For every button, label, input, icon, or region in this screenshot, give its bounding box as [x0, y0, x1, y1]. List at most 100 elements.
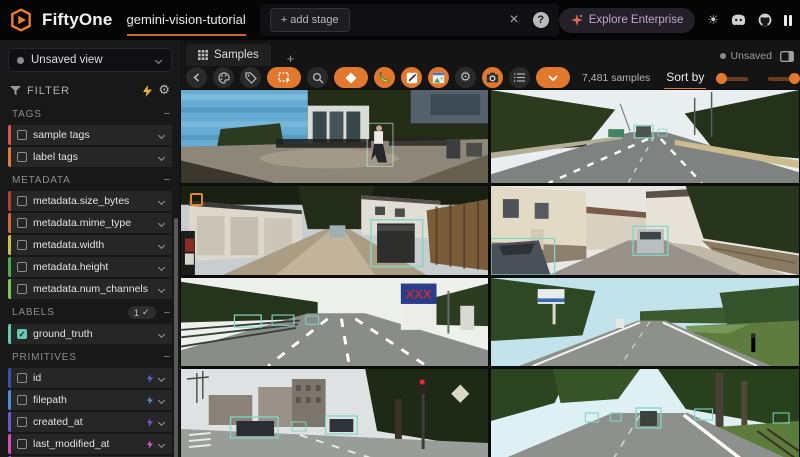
patches-icon[interactable]	[267, 67, 301, 88]
tab-bar: Samples + Unsaved	[180, 40, 800, 66]
sidebar-scrollbar[interactable]	[174, 218, 178, 457]
color-palette-icon[interactable]	[213, 67, 234, 88]
app-name: FiftyOne	[42, 10, 113, 30]
sidebar-field-mime-type[interactable]: metadata.mime_type	[8, 213, 172, 233]
sidebar-field-created-at[interactable]: created_at	[8, 412, 172, 432]
pause-icon[interactable]	[784, 15, 792, 26]
sidebar-field-num-channels[interactable]: metadata.num_channels	[8, 279, 172, 299]
view-selector-label: Unsaved view	[31, 54, 149, 66]
sidebar-field-width[interactable]: metadata.width	[8, 235, 172, 255]
sample-select-checkbox[interactable]	[190, 193, 203, 206]
sample-tile-wide-road[interactable]: XXX	[181, 278, 488, 366]
similarity-icon[interactable]	[334, 67, 368, 88]
capture-icon[interactable]	[482, 67, 503, 88]
panel-toggle-icon[interactable]	[780, 51, 794, 62]
checkbox[interactable]	[17, 240, 27, 250]
collapse-icon[interactable]: −	[164, 351, 170, 363]
section-metadata[interactable]: METADATA −	[0, 169, 180, 189]
list-icon[interactable]	[509, 67, 530, 88]
sample-tile-village-street[interactable]	[491, 186, 799, 275]
chevron-down-icon[interactable]	[158, 285, 165, 292]
chevron-down-icon[interactable]	[158, 330, 165, 337]
unsaved-status: Unsaved	[720, 50, 772, 62]
checkbox[interactable]	[17, 373, 27, 383]
sample-tile-garages[interactable]	[181, 186, 488, 275]
svg-text:XXX: XXX	[406, 288, 432, 302]
chevron-down-icon[interactable]	[158, 263, 165, 270]
chevron-down-icon	[155, 56, 162, 63]
back-icon[interactable]	[186, 67, 207, 88]
sidebar-field-height[interactable]: metadata.height	[8, 257, 172, 277]
chevron-down-icon[interactable]	[158, 440, 165, 447]
chevron-down-icon[interactable]	[158, 374, 165, 381]
sidebar-field-last-modified-at[interactable]: last_modified_at	[8, 434, 172, 454]
spacing-slider[interactable]	[768, 72, 800, 84]
sample-tile-boulevard[interactable]	[491, 369, 799, 457]
checkbox[interactable]	[17, 152, 27, 162]
help-icon[interactable]: ?	[533, 12, 549, 28]
sidebar-field-label-tags[interactable]: label tags	[8, 147, 172, 167]
explore-enterprise-button[interactable]: Explore Enterprise	[559, 8, 696, 33]
search-icon[interactable]	[307, 67, 328, 88]
chevron-down-icon[interactable]	[158, 153, 165, 160]
collapse-icon[interactable]: −	[164, 307, 170, 319]
chevron-down-icon[interactable]	[158, 418, 165, 425]
lightning-icon	[147, 374, 153, 383]
sort-by-button[interactable]: Sort by	[664, 70, 706, 90]
section-primitives[interactable]: PRIMITIVES −	[0, 346, 180, 366]
chevron-down-icon[interactable]	[158, 219, 165, 226]
sidebar-field-sample-tags[interactable]: sample tags	[8, 125, 172, 145]
checkbox[interactable]	[17, 130, 27, 140]
annotate-icon[interactable]	[401, 67, 422, 88]
github-icon[interactable]	[758, 13, 772, 27]
chevron-down-icon[interactable]	[158, 131, 165, 138]
collapse-icon[interactable]: −	[164, 108, 170, 120]
sample-tile-rural-road[interactable]	[491, 278, 799, 366]
chevron-down-icon[interactable]	[158, 241, 165, 248]
chevron-down-icon[interactable]	[158, 197, 165, 204]
theme-toggle-icon[interactable]: ☀	[707, 12, 719, 28]
dataset-name[interactable]: gemini-vision-tutorial	[127, 12, 246, 36]
grid-glyph-icon	[198, 50, 208, 60]
settings-icon[interactable]: ⚙	[455, 67, 476, 88]
chevron-down-icon[interactable]	[158, 396, 165, 403]
lightning-icon	[147, 418, 153, 427]
checkbox[interactable]	[17, 262, 27, 272]
view-stage-bar[interactable]: + add stage × ?	[260, 4, 559, 36]
close-icon[interactable]: ×	[509, 11, 518, 29]
sample-tile-intersection[interactable]	[181, 369, 488, 457]
new-tab-button[interactable]: +	[281, 51, 301, 66]
sidebar-field-size-bytes[interactable]: metadata.size_bytes	[8, 191, 172, 211]
operators-menu-icon[interactable]	[536, 67, 570, 88]
gallery-icon[interactable]	[428, 67, 449, 88]
sample-tile-plaza-pedestrian[interactable]	[181, 90, 488, 183]
lightning-icon[interactable]	[143, 85, 152, 97]
saved-view-selector[interactable]: Unsaved view	[8, 48, 172, 72]
checkbox[interactable]	[17, 395, 27, 405]
section-labels[interactable]: LABELS 1 ✓ −	[0, 301, 180, 322]
sample-tile-highway[interactable]	[491, 90, 799, 183]
header: FiftyOne gemini-vision-tutorial + add st…	[0, 0, 800, 40]
checkbox[interactable]	[17, 218, 27, 228]
checkbox[interactable]	[17, 196, 27, 206]
labels-count-badge: 1 ✓	[128, 306, 156, 319]
sidebar-field-id[interactable]: id	[8, 368, 172, 388]
sidebar: Unsaved view FILTER ⚙ TAGS − samp	[0, 40, 180, 457]
checkbox[interactable]	[17, 439, 27, 449]
checkbox[interactable]	[17, 284, 27, 294]
checkbox[interactable]	[17, 417, 27, 427]
gear-icon[interactable]: ⚙	[158, 84, 170, 97]
section-tags[interactable]: TAGS −	[0, 103, 180, 123]
fiftyone-logo[interactable]	[8, 7, 34, 33]
sparkle-icon	[571, 14, 583, 26]
tab-samples[interactable]: Samples	[186, 44, 271, 66]
discord-icon[interactable]	[731, 14, 746, 26]
zoom-slider[interactable]	[716, 72, 748, 84]
add-stage-button[interactable]: + add stage	[270, 8, 350, 32]
checkbox-checked[interactable]: ✓	[17, 329, 27, 339]
operator-banana-icon[interactable]	[374, 67, 395, 88]
sidebar-field-ground-truth[interactable]: ✓ ground_truth	[8, 324, 172, 344]
tag-icon[interactable]	[240, 67, 261, 88]
sidebar-field-filepath[interactable]: filepath	[8, 390, 172, 410]
collapse-icon[interactable]: −	[164, 174, 170, 186]
